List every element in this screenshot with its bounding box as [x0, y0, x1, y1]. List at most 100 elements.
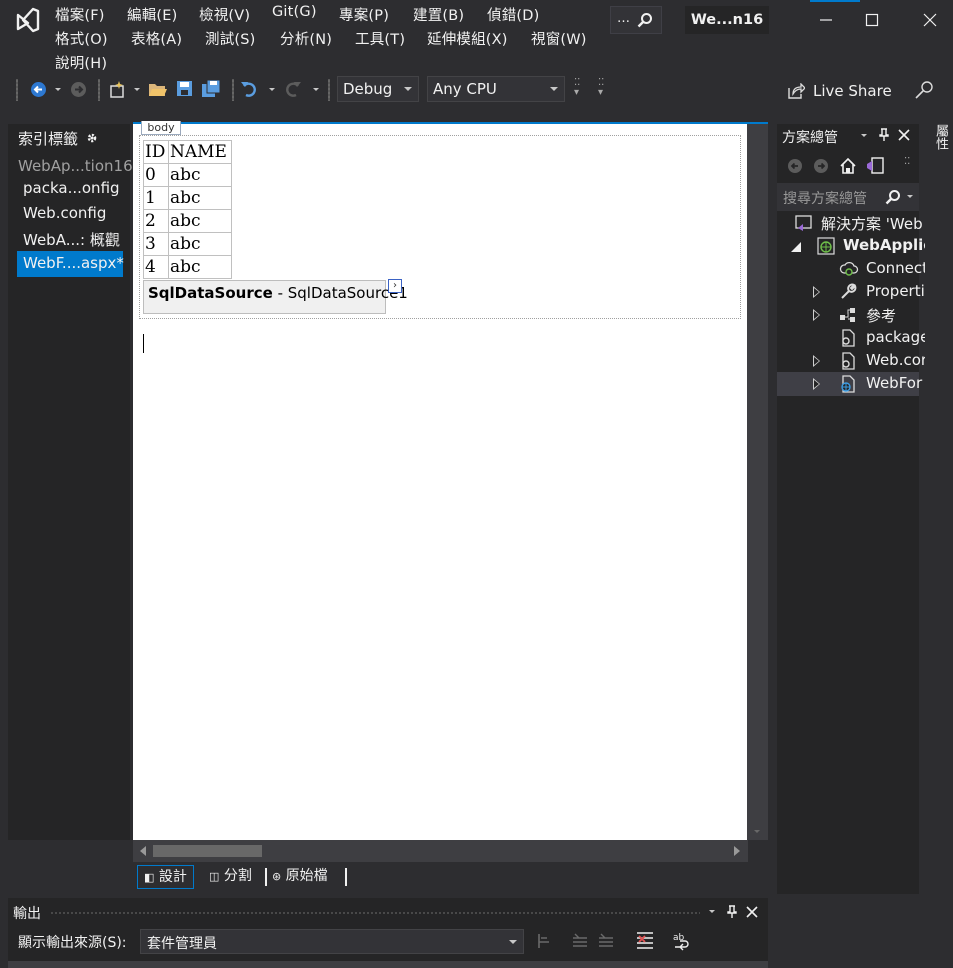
- solution-search-box[interactable]: 搜尋方案總管: [777, 183, 919, 211]
- config-file-icon: [842, 329, 855, 347]
- tab-split[interactable]: ◫ 分割: [203, 865, 258, 889]
- tab-item-web-config[interactable]: Web.config: [23, 204, 106, 222]
- pin-icon[interactable]: [878, 128, 890, 142]
- redo-dropdown-arrow-icon[interactable]: [313, 88, 319, 91]
- toolbar-grip[interactable]: [16, 79, 18, 101]
- tab-item-packages-config[interactable]: packa...onfig: [23, 179, 120, 197]
- collapsed-arrow-icon[interactable]: [813, 309, 820, 321]
- scroll-left-icon[interactable]: [140, 846, 146, 856]
- menu-file[interactable]: 檔案(F): [55, 4, 105, 25]
- save-all-icon[interactable]: [201, 79, 221, 99]
- tree-item-solution[interactable]: 解決方案 'Web: [821, 213, 923, 234]
- minimize-button[interactable]: [803, 4, 849, 36]
- solution-configuration-dropdown[interactable]: Debug: [337, 76, 419, 102]
- toolbar-overflow-icon[interactable]: ⁚⁚: [904, 156, 910, 167]
- menu-git[interactable]: Git(G): [272, 4, 317, 20]
- menu-table[interactable]: 表格(A): [131, 28, 182, 49]
- horizontal-scrollbar[interactable]: [133, 840, 748, 862]
- properties-side-tab[interactable]: 屬性: [925, 124, 953, 968]
- menu-format[interactable]: 格式(O): [55, 28, 108, 49]
- output-source-dropdown[interactable]: 套件管理員: [140, 929, 524, 954]
- tab-item-webform-selected[interactable]: WebF....aspx*: [17, 251, 124, 277]
- search-icon: [637, 13, 652, 28]
- tree-item-webform-selected[interactable]: WebFor: [777, 372, 922, 396]
- panel-menu-icon[interactable]: [861, 134, 867, 137]
- table-cell: abc: [168, 163, 232, 187]
- new-project-icon[interactable]: [107, 79, 127, 99]
- toggle-word-wrap-icon[interactable]: ab: [672, 931, 692, 951]
- undo-icon[interactable]: [240, 80, 258, 98]
- smart-tag-button[interactable]: ›: [388, 279, 402, 293]
- toolbar-overflow-icon[interactable]: ⁚⁚ ▾: [574, 78, 586, 100]
- new-dropdown-arrow-icon[interactable]: [134, 88, 140, 91]
- toolbar-overflow-icon[interactable]: ⁚⁚ ▾: [598, 78, 610, 100]
- panel-menu-icon[interactable]: [709, 910, 715, 913]
- tab-item-overview[interactable]: WebA...: 概觀: [23, 229, 120, 250]
- tab-label: 原始檔: [285, 868, 328, 884]
- previous-message-icon[interactable]: [571, 932, 589, 950]
- collapsed-arrow-icon[interactable]: [813, 286, 820, 298]
- tab-design[interactable]: ◧ 設計: [137, 865, 194, 889]
- sqldatasource-control[interactable]: SqlDataSource - SqlDataSource1: [143, 280, 408, 314]
- menu-view[interactable]: 檢視(V): [199, 4, 250, 25]
- solution-platform-dropdown[interactable]: Any CPU: [427, 76, 565, 102]
- scroll-right-icon[interactable]: [734, 846, 740, 856]
- maximize-button[interactable]: [849, 4, 895, 36]
- search-box[interactable]: …: [610, 6, 662, 34]
- tree-item-web-config[interactable]: Web.cor: [866, 351, 927, 369]
- panel-grip[interactable]: [50, 911, 700, 916]
- search-options-arrow-icon[interactable]: [907, 195, 913, 198]
- menu-project[interactable]: 專案(P): [339, 4, 389, 25]
- navigate-forward-icon[interactable]: [70, 81, 87, 98]
- menu-help[interactable]: 說明(H): [55, 52, 107, 73]
- tree-item-project[interactable]: WebApplic: [843, 236, 932, 254]
- menu-edit[interactable]: 編輯(E): [127, 4, 177, 25]
- redo-icon[interactable]: [284, 80, 302, 98]
- horizontal-scroll-thumb[interactable]: [153, 845, 262, 857]
- table-cell: 3: [143, 232, 169, 256]
- tree-item-packages-config[interactable]: package: [866, 328, 929, 346]
- tree-item-connected[interactable]: Connect: [866, 259, 928, 277]
- clear-all-icon[interactable]: [636, 931, 654, 951]
- menu-extensions[interactable]: 延伸模組(X): [427, 28, 508, 49]
- menu-debug[interactable]: 偵錯(D): [487, 4, 539, 25]
- home-icon[interactable]: [839, 157, 857, 175]
- close-icon[interactable]: [746, 906, 758, 918]
- toolbar-grip[interactable]: [232, 79, 234, 101]
- menu-test[interactable]: 測試(S): [205, 28, 256, 49]
- scroll-down-icon[interactable]: [754, 830, 760, 833]
- gridview-table[interactable]: ID NAME 0 abc 1 abc 2 abc 3 abc 4 abc: [143, 140, 232, 279]
- menu-tools[interactable]: 工具(T): [355, 28, 405, 49]
- accent-strip: [810, 0, 860, 2]
- switch-views-icon[interactable]: [865, 156, 885, 176]
- open-file-icon[interactable]: [148, 80, 168, 98]
- tree-item-references[interactable]: 參考: [866, 305, 896, 326]
- menu-build[interactable]: 建置(B): [413, 4, 464, 25]
- close-icon[interactable]: [898, 129, 910, 141]
- feedback-icon[interactable]: [914, 80, 934, 100]
- vertical-scrollbar[interactable]: [747, 124, 768, 840]
- tab-source[interactable]: ⊛ 原始檔: [266, 865, 334, 889]
- live-share-button[interactable]: Live Share: [813, 82, 892, 100]
- menu-analyze[interactable]: 分析(N): [280, 28, 332, 49]
- undo-dropdown-arrow-icon[interactable]: [269, 88, 275, 91]
- collapsed-arrow-icon[interactable]: [813, 378, 820, 390]
- pin-icon[interactable]: [726, 905, 738, 919]
- output-horizontal-scrollbar[interactable]: [8, 961, 768, 968]
- toolbar-grip[interactable]: [328, 79, 330, 101]
- gear-icon[interactable]: [85, 131, 99, 145]
- expanded-arrow-icon[interactable]: [791, 242, 801, 252]
- back-icon[interactable]: [787, 158, 803, 174]
- save-icon[interactable]: [176, 80, 193, 97]
- body-tag-label[interactable]: body: [141, 121, 181, 135]
- collapsed-arrow-icon[interactable]: [813, 355, 820, 367]
- navigate-back-icon[interactable]: [30, 81, 47, 98]
- find-message-icon[interactable]: [535, 932, 553, 950]
- tree-item-properties[interactable]: Properti: [866, 282, 925, 300]
- menu-window[interactable]: 視窗(W): [531, 28, 587, 49]
- forward-icon[interactable]: [813, 158, 829, 174]
- close-window-button[interactable]: [907, 4, 953, 36]
- toolbar-grip[interactable]: [98, 79, 100, 101]
- back-dropdown-arrow-icon[interactable]: [55, 88, 61, 91]
- next-message-icon[interactable]: [597, 932, 615, 950]
